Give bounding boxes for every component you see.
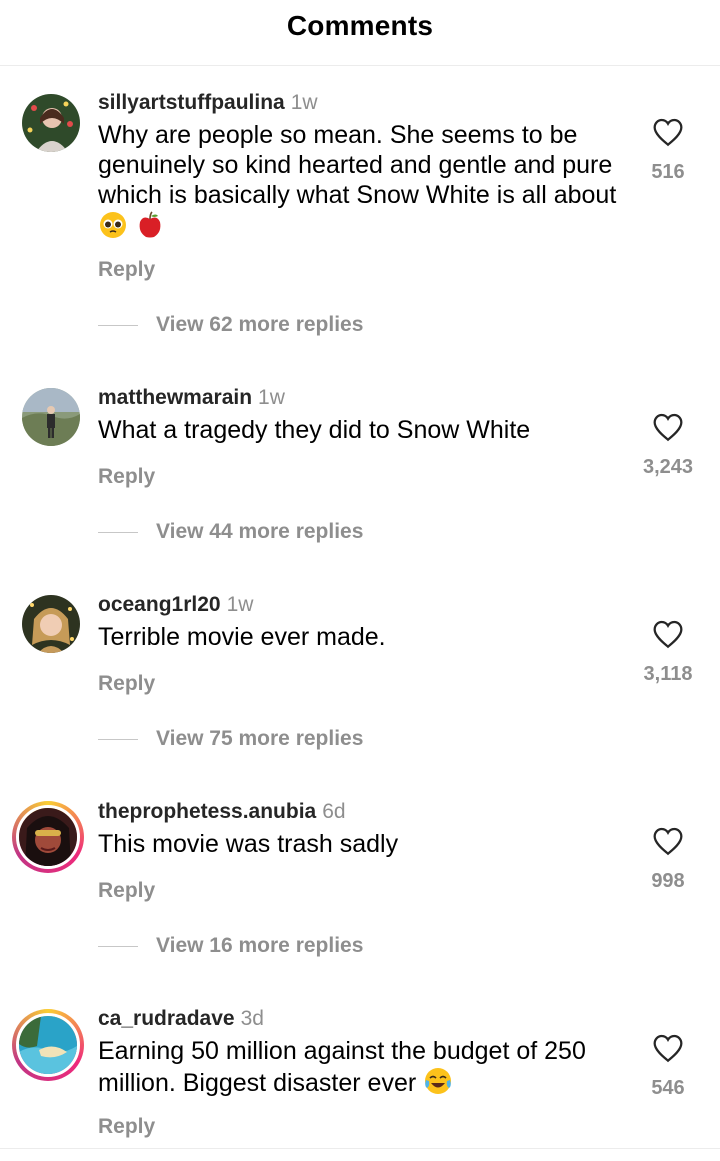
pleading-face-emoji xyxy=(98,210,128,240)
comment-text-content: Why are people so mean. She seems to be … xyxy=(98,121,617,209)
divider-line xyxy=(98,738,138,740)
comment-username[interactable]: theprophetess.anubia xyxy=(98,800,316,823)
avatar-with-story-ring[interactable] xyxy=(12,1009,84,1081)
like-control: 516 xyxy=(638,117,698,184)
comment-timestamp: 1w xyxy=(290,91,318,114)
avatar[interactable] xyxy=(22,595,80,653)
like-control: 546 xyxy=(638,1033,698,1100)
tears-of-joy-emoji xyxy=(423,1066,453,1096)
like-count: 998 xyxy=(651,870,685,892)
heart-outline-icon[interactable] xyxy=(652,826,684,856)
comment-timestamp: 1w xyxy=(258,386,285,409)
like-control: 3,118 xyxy=(638,619,698,686)
comment-username[interactable]: ca_rudradave xyxy=(98,1007,235,1030)
divider-line xyxy=(98,531,138,533)
comment-timestamp: 6d xyxy=(322,800,346,823)
view-more-replies-button[interactable]: View 62 more replies xyxy=(98,313,363,337)
avatar-with-story-ring[interactable] xyxy=(12,801,84,873)
view-more-replies-button[interactable]: View 16 more replies xyxy=(98,934,363,958)
like-count: 546 xyxy=(651,1077,685,1099)
comment-username[interactable]: oceang1rl20 xyxy=(98,593,221,616)
reply-button[interactable]: Reply xyxy=(98,672,155,696)
view-more-replies-button[interactable]: View 44 more replies xyxy=(98,520,363,544)
reply-button[interactable]: Reply xyxy=(98,1115,155,1139)
comment-username[interactable]: sillyartstuffpaulina xyxy=(98,91,285,114)
view-more-replies-label: View 44 more replies xyxy=(156,520,364,543)
comments-header: Comments xyxy=(0,0,720,66)
comment-timestamp: 1w xyxy=(226,593,254,616)
view-more-replies-label: View 75 more replies xyxy=(156,727,364,750)
view-more-replies-label: View 62 more replies xyxy=(156,313,364,336)
heart-outline-icon[interactable] xyxy=(652,117,684,147)
comment-text-content: Earning 50 million against the budget of… xyxy=(98,1037,586,1097)
red-apple-emoji xyxy=(135,210,165,240)
view-more-replies-button[interactable]: View 75 more replies xyxy=(98,727,363,751)
comment-text: Terrible movie ever made. xyxy=(98,622,628,652)
view-more-replies-label: View 16 more replies xyxy=(156,934,364,957)
heart-outline-icon[interactable] xyxy=(652,1033,684,1063)
comment-text: This movie was trash sadly xyxy=(98,829,628,859)
comment-timestamp: 3d xyxy=(240,1007,264,1030)
reply-button[interactable]: Reply xyxy=(98,465,155,489)
comment-text: Earning 50 million against the budget of… xyxy=(98,1036,628,1098)
divider-line xyxy=(98,324,138,326)
divider-line xyxy=(98,945,138,947)
comment-text-content: Terrible movie ever made. xyxy=(98,623,386,651)
comment-text: Why are people so mean. She seems to be … xyxy=(98,120,628,242)
page-title: Comments xyxy=(286,9,434,41)
avatar[interactable] xyxy=(22,94,80,152)
like-count: 516 xyxy=(651,161,685,183)
comment-username[interactable]: matthewmarain xyxy=(98,386,252,409)
comment-text: What a tragedy they did to Snow White xyxy=(98,415,628,445)
comment-text-content: What a tragedy they did to Snow White xyxy=(98,416,531,444)
heart-outline-icon[interactable] xyxy=(652,619,684,649)
like-control: 3,243 xyxy=(638,412,698,479)
like-count: 3,118 xyxy=(643,663,693,685)
like-control: 998 xyxy=(638,826,698,893)
heart-outline-icon[interactable] xyxy=(652,412,684,442)
avatar[interactable] xyxy=(22,388,80,446)
reply-button[interactable]: Reply xyxy=(98,879,155,903)
bottom-divider xyxy=(0,1148,720,1149)
reply-button[interactable]: Reply xyxy=(98,258,155,282)
comment-text-content: This movie was trash sadly xyxy=(98,830,399,858)
like-count: 3,243 xyxy=(642,456,694,478)
